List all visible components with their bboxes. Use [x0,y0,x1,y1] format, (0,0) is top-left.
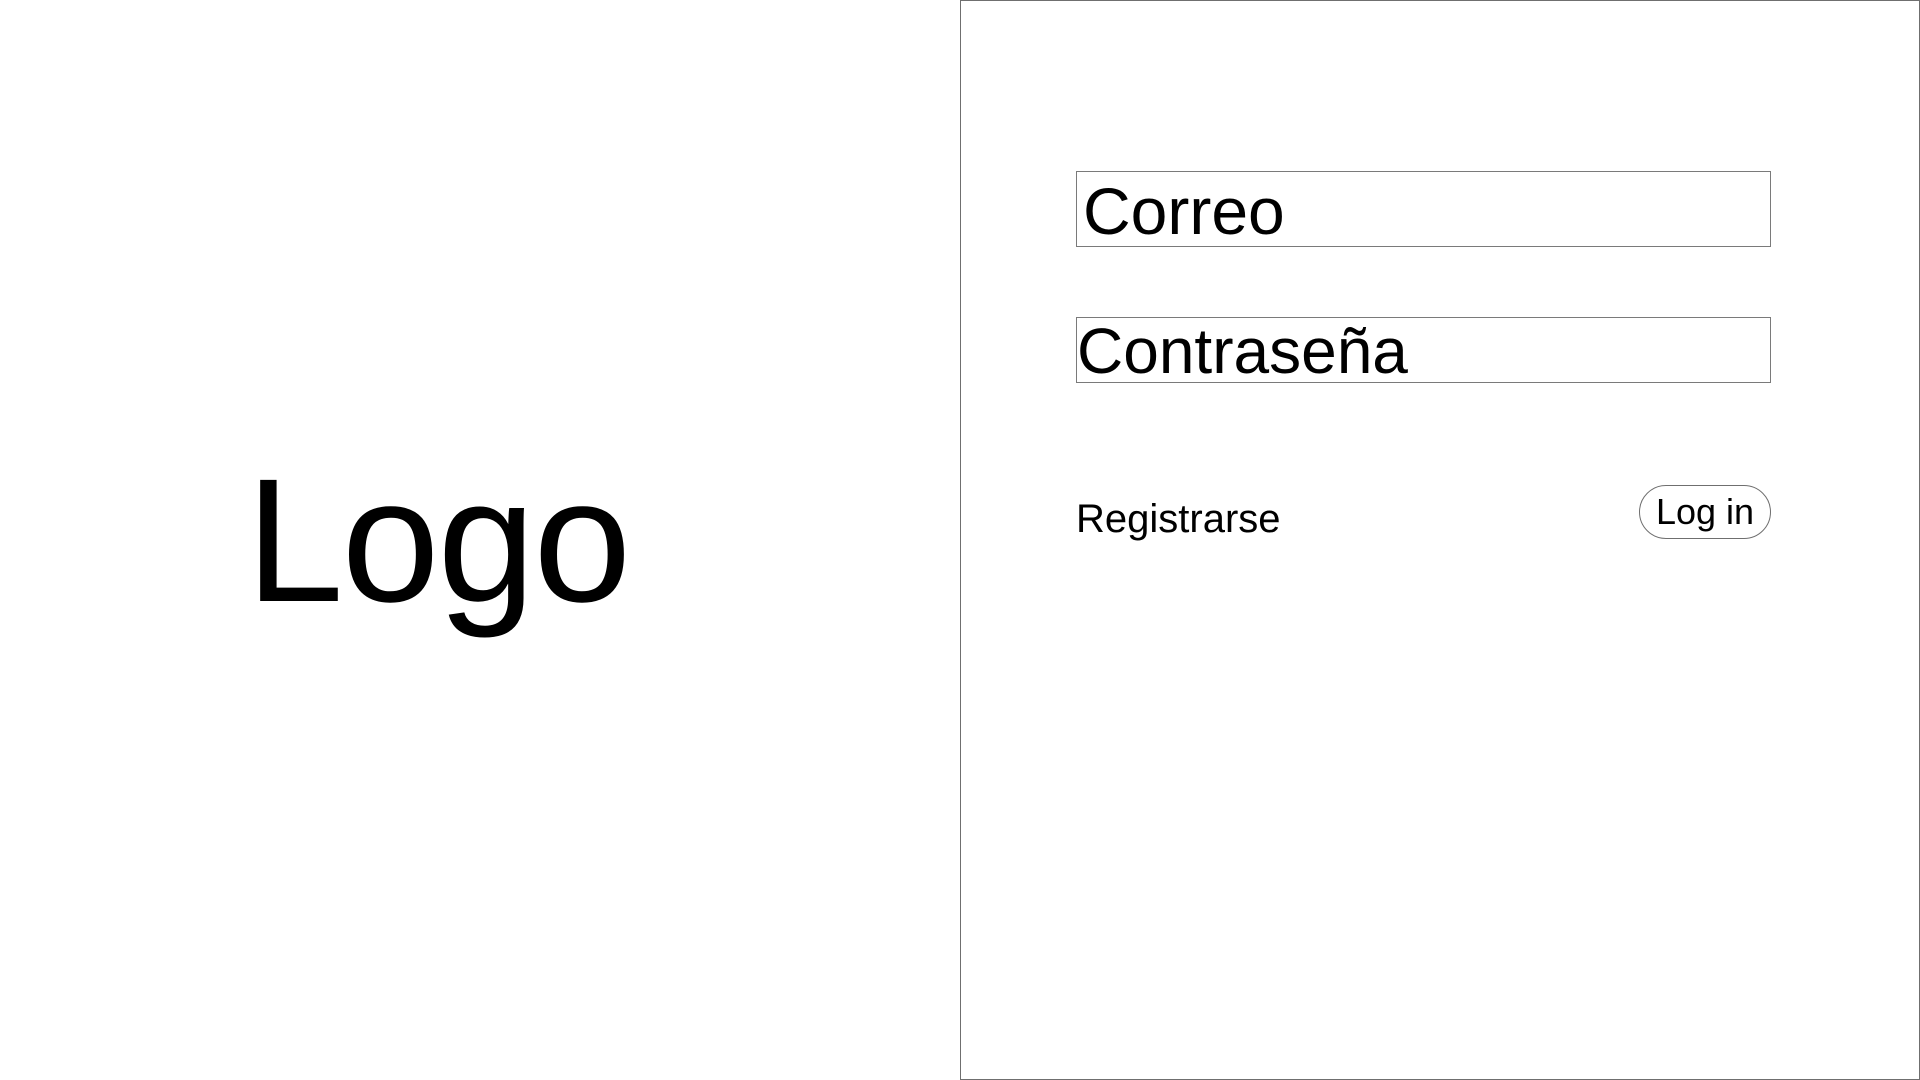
password-field-container [1076,317,1771,383]
logo-area: Logo [0,0,960,1080]
password-field[interactable] [1077,317,1770,383]
login-page: Logo Registrarse Log in [0,0,1920,1080]
logo: Logo [245,443,632,639]
email-field-container [1076,170,1771,248]
login-panel: Registrarse Log in [960,0,1920,1080]
email-field[interactable] [1077,170,1770,248]
register-link[interactable]: Registrarse [1076,494,1281,544]
login-button[interactable]: Log in [1639,485,1771,539]
